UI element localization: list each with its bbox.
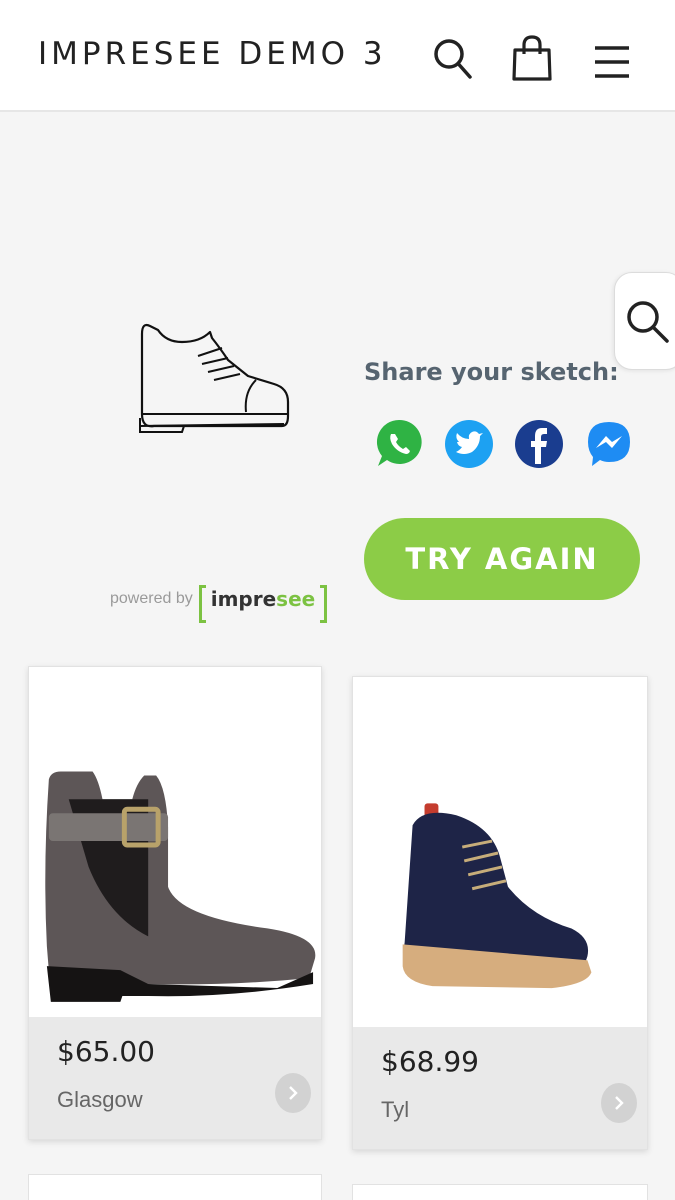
product-image[interactable] bbox=[29, 667, 321, 1019]
whatsapp-icon[interactable] bbox=[374, 416, 424, 472]
messenger-icon[interactable] bbox=[584, 416, 634, 472]
product-name[interactable]: Tyl bbox=[381, 1097, 409, 1123]
facebook-icon[interactable] bbox=[514, 416, 564, 472]
product-image[interactable] bbox=[353, 677, 647, 1029]
impresee-logo: impresee bbox=[198, 585, 328, 623]
try-again-button[interactable]: TRY AGAIN bbox=[364, 518, 640, 600]
product-card-partial[interactable] bbox=[28, 1174, 322, 1200]
hamburger-menu-icon[interactable] bbox=[590, 34, 634, 82]
store-title[interactable]: IMPRESEE DEMO 3 bbox=[38, 36, 387, 72]
search-icon[interactable] bbox=[430, 34, 474, 82]
product-info: $65.00 Glasgow bbox=[29, 1017, 321, 1139]
side-search-tab[interactable] bbox=[614, 272, 675, 370]
product-price: $68.99 bbox=[381, 1045, 479, 1078]
product-card[interactable]: $65.00 Glasgow bbox=[28, 666, 322, 1140]
powered-by-label: powered by bbox=[110, 590, 193, 607]
chevron-right-icon[interactable] bbox=[275, 1073, 311, 1113]
product-card-partial[interactable] bbox=[352, 1184, 648, 1200]
chevron-right-icon[interactable] bbox=[601, 1083, 637, 1123]
share-sketch-heading: Share your sketch: bbox=[364, 358, 619, 386]
shoe-sketch-drawing[interactable] bbox=[132, 318, 292, 438]
shopping-bag-icon[interactable] bbox=[510, 34, 554, 82]
search-icon bbox=[627, 301, 669, 343]
twitter-icon[interactable] bbox=[444, 416, 494, 472]
product-info: $68.99 Tyl bbox=[353, 1027, 647, 1149]
product-card[interactable]: $68.99 Tyl bbox=[352, 676, 648, 1150]
product-name[interactable]: Glasgow bbox=[57, 1087, 143, 1113]
product-price: $65.00 bbox=[57, 1035, 155, 1068]
powered-by-impresee[interactable]: powered by impresee bbox=[110, 578, 328, 623]
header-bar: IMPRESEE DEMO 3 bbox=[0, 0, 675, 112]
